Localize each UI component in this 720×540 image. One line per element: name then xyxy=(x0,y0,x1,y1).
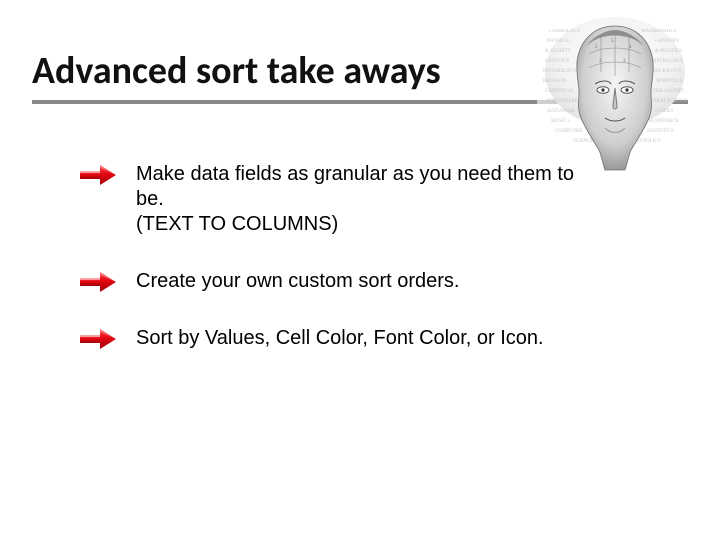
svg-text:COMPUTER: COMPUTER xyxy=(555,129,583,134)
svg-text:IGN POLICY: IGN POLICY xyxy=(633,139,662,144)
page-title: Advanced sort take aways xyxy=(32,48,472,94)
svg-text:3: 3 xyxy=(599,59,602,64)
svg-text:ECONOMICS: ECONOMICS xyxy=(649,119,679,124)
arrow-icon xyxy=(78,164,118,186)
bullet-marker xyxy=(78,269,136,293)
bullet-text: Sort by Values, Cell Color, Font Color, … xyxy=(136,326,576,351)
bullet-marker xyxy=(78,326,136,350)
slide: Advanced sort take aways COSMOLOGY xyxy=(0,0,720,540)
svg-text:& POLITICS: & POLITICS xyxy=(655,49,682,54)
svg-text:PHILOSOPHY: PHILOSOPHY xyxy=(653,89,685,94)
svg-text:4: 4 xyxy=(629,45,632,50)
title-divider xyxy=(32,100,688,104)
svg-text:3: 3 xyxy=(623,59,626,64)
list-item: Make data fields as granular as you need… xyxy=(78,162,638,237)
svg-text:• CITIES: • CITIES xyxy=(655,109,674,114)
svg-text:2: 2 xyxy=(595,45,598,50)
svg-text:MUSIC •: MUSIC • xyxy=(551,119,570,124)
arrow-icon xyxy=(78,271,118,293)
svg-text:SCIENCE: SCIENCE xyxy=(573,139,594,144)
bullet-list: Make data fields as granular as you need… xyxy=(78,162,638,383)
list-item: Create your own custom sort orders. xyxy=(78,269,638,294)
bullet-text: Make data fields as granular as you need… xyxy=(136,162,576,237)
svg-text:STATISTICS: STATISTICS xyxy=(647,129,674,134)
svg-text:5: 5 xyxy=(611,39,614,44)
svg-text:• HISTORY: • HISTORY xyxy=(655,39,680,44)
svg-text:SEMIOTICS: SEMIOTICS xyxy=(656,79,683,84)
bullet-text: Create your own custom sort orders. xyxy=(136,269,576,294)
bullet-marker xyxy=(78,162,136,186)
list-item: Sort by Values, Cell Color, Font Color, … xyxy=(78,326,638,351)
svg-text:ASTROLOGY: ASTROLOGY xyxy=(653,59,684,64)
decorative-rectangle xyxy=(537,20,575,110)
svg-text:SOCIOLOGY: SOCIOLOGY xyxy=(653,69,682,74)
arrow-icon xyxy=(78,328,118,350)
svg-text:MATHEMATICS: MATHEMATICS xyxy=(641,29,677,34)
